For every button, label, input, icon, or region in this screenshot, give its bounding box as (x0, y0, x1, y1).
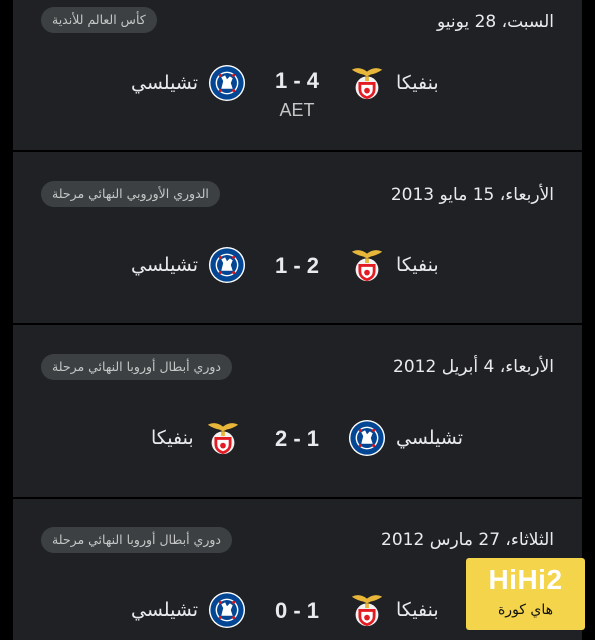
chelsea-crest-icon (208, 591, 246, 629)
match-date: السبت، 28 يونيو (437, 12, 554, 32)
match-score: 1 - 4 (274, 68, 320, 93)
right-edge (582, 0, 595, 640)
home-team[interactable]: بنفيكا (348, 65, 439, 101)
home-team-name: بنفيكا (396, 72, 439, 94)
benfica-crest-icon (348, 246, 386, 284)
match-date: الأربعاء، 4 أبريل 2012 (393, 357, 554, 377)
chelsea-crest-icon (208, 246, 246, 284)
home-team-name: تشيلسي (396, 427, 464, 449)
watermark-sub: هاي كورة (497, 602, 554, 618)
away-team[interactable]: تشيلسي (131, 247, 246, 283)
match-note: AET (279, 100, 315, 120)
match-score: 2 - 1 (274, 426, 320, 451)
match-date: الثلاثاء، 27 مارس 2012 (381, 530, 554, 550)
competition-badge: دوري أبطال أوروبا النهائي مرحلة (41, 354, 232, 380)
home-team[interactable]: بنفيكا (348, 247, 439, 283)
away-team-name: تشيلسي (131, 254, 199, 276)
match-date: الأربعاء، 15 مايو 2013 (390, 185, 554, 205)
chelsea-crest-icon (348, 419, 386, 457)
competition-badge: دوري أبطال أوروبا النهائي مرحلة (41, 527, 232, 553)
match-card[interactable]: السبت، 28 يونيو كأس العالم للأندية بنفيك… (13, 0, 582, 150)
home-team-name: بنفيكا (396, 599, 439, 621)
chelsea-crest-icon (208, 64, 246, 102)
away-team[interactable]: تشيلسي (131, 592, 246, 628)
benfica-crest-icon (348, 64, 386, 102)
away-team-name: تشيلسي (131, 72, 199, 94)
competition-badge: كأس العالم للأندية (41, 7, 157, 33)
match-card[interactable]: الأربعاء، 15 مايو 2013 الدوري الأوروبي ا… (13, 152, 582, 323)
away-team[interactable]: بنفيكا (151, 420, 242, 456)
watermark-main: HiHi2 (488, 564, 563, 595)
home-team[interactable]: تشيلسي (348, 420, 463, 456)
benfica-crest-icon (348, 591, 386, 629)
competition-badge: الدوري الأوروبي النهائي مرحلة (41, 181, 220, 207)
away-team-name: بنفيكا (151, 427, 194, 449)
benfica-crest-icon (204, 419, 242, 457)
home-team-name: بنفيكا (396, 254, 439, 276)
match-score: 1 - 2 (274, 253, 320, 278)
match-card[interactable]: الأربعاء، 4 أبريل 2012 دوري أبطال أوروبا… (13, 325, 582, 497)
home-team[interactable]: بنفيكا (348, 592, 439, 628)
away-team-name: تشيلسي (131, 599, 199, 621)
matches-list: السبت، 28 يونيو كأس العالم للأندية بنفيك… (13, 0, 582, 640)
away-team[interactable]: تشيلسي (131, 65, 246, 101)
left-edge (0, 0, 13, 640)
watermark-logo: HiHi2 هاي كورة (466, 558, 585, 630)
match-score: 0 - 1 (274, 598, 320, 623)
